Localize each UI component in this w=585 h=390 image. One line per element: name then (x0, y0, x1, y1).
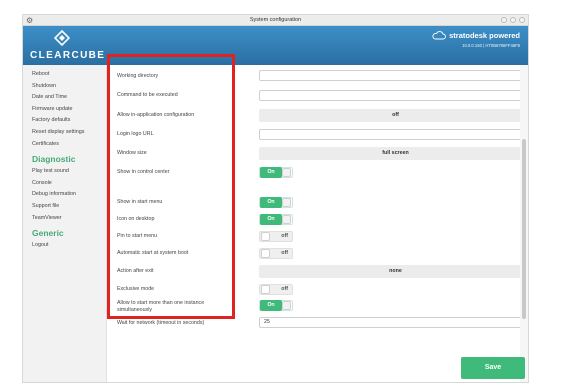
scrollbar[interactable] (520, 65, 528, 382)
device-info: 10.0.0.160 | HT0B6798FF46F8 (462, 43, 520, 48)
toggle-knob (261, 285, 270, 294)
login-logo-url-input[interactable] (259, 129, 528, 140)
window-controls (501, 17, 525, 23)
toggle-state: off (281, 233, 288, 239)
toggle-state: On (260, 300, 282, 311)
save-button[interactable]: Save (461, 357, 525, 379)
working-directory-input[interactable] (259, 70, 528, 81)
in-app-config-select[interactable]: off (259, 109, 528, 122)
sidebar-item-certificates[interactable]: Certificates (23, 139, 106, 151)
sidebar-item-console[interactable]: Console (23, 178, 106, 190)
sidebar-item-play-test-sound[interactable]: Play test sound (23, 166, 106, 178)
cloud-icon (432, 31, 447, 40)
app-window: ⚙ System configuration CLEARCUBE stratod… (22, 14, 529, 383)
sidebar-item-reboot[interactable]: Reboot (23, 69, 106, 81)
sidebar: Reboot Shutdown Date and Time Firmware u… (23, 65, 107, 382)
sidebar-item-debug-information[interactable]: Debug information (23, 189, 106, 201)
sidebar-section-diagnostic: Diagnostic (32, 154, 76, 165)
toggle-knob (261, 232, 270, 241)
toggle-knob (282, 215, 291, 224)
sidebar-item-factory-defaults[interactable]: Factory defaults (23, 115, 106, 127)
in-app-config-value: off (392, 112, 399, 118)
logo-text: CLEARCUBE (30, 50, 106, 61)
show-in-control-center-toggle[interactable]: On (259, 167, 293, 178)
sidebar-item-date-time[interactable]: Date and Time (23, 92, 106, 104)
sidebar-item-reset-display[interactable]: Reset display settings (23, 127, 106, 139)
close-button[interactable] (519, 17, 525, 23)
sidebar-item-support-file[interactable]: Support file (23, 201, 106, 213)
action-after-exit-value: none (389, 268, 402, 274)
sidebar-item-logout[interactable]: Logout (23, 240, 106, 252)
title-bar: ⚙ System configuration (23, 15, 528, 26)
auto-start-toggle[interactable]: off (259, 248, 293, 259)
brand-block: stratodesk powered 10.0.0.160 | HT0B6798… (432, 31, 520, 48)
minimize-button[interactable] (501, 17, 507, 23)
sidebar-section-generic: Generic (32, 228, 64, 239)
multiple-instances-toggle[interactable]: On (259, 300, 293, 311)
command-input[interactable] (259, 90, 528, 101)
toggle-knob (282, 168, 291, 177)
toggle-state: off (281, 250, 288, 256)
toggle-state: On (260, 197, 282, 208)
highlight-box (107, 54, 235, 319)
window-size-select[interactable]: full screen (259, 147, 528, 160)
window-title: System configuration (249, 17, 302, 23)
sidebar-item-firmware-update[interactable]: Firmware update (23, 104, 106, 116)
show-in-start-menu-toggle[interactable]: On (259, 197, 293, 208)
toggle-state: On (260, 167, 282, 178)
pin-to-start-menu-toggle[interactable]: off (259, 231, 293, 242)
brand-name: stratodesk powered (449, 31, 520, 40)
action-after-exit-select[interactable]: none (259, 265, 528, 278)
scroll-thumb[interactable] (522, 139, 526, 319)
toggle-knob (282, 198, 291, 207)
toggle-knob (261, 249, 270, 258)
icon-on-desktop-toggle[interactable]: On (259, 214, 293, 225)
app-header: CLEARCUBE stratodesk powered 10.0.0.160 … (23, 26, 528, 65)
sidebar-item-shutdown[interactable]: Shutdown (23, 81, 106, 93)
window-size-value: full screen (382, 150, 409, 156)
clearcube-logo-icon (54, 30, 70, 46)
maximize-button[interactable] (510, 17, 516, 23)
wait-for-network-label: Wait for network (timeout in seconds) (117, 320, 205, 326)
toggle-state: off (281, 286, 288, 292)
toggle-state: On (260, 214, 282, 225)
exclusive-mode-toggle[interactable]: off (259, 284, 293, 295)
toggle-knob (282, 301, 291, 310)
sidebar-item-teamviewer[interactable]: TeamViewer (23, 213, 106, 225)
wait-for-network-input[interactable]: 25 (259, 317, 528, 328)
